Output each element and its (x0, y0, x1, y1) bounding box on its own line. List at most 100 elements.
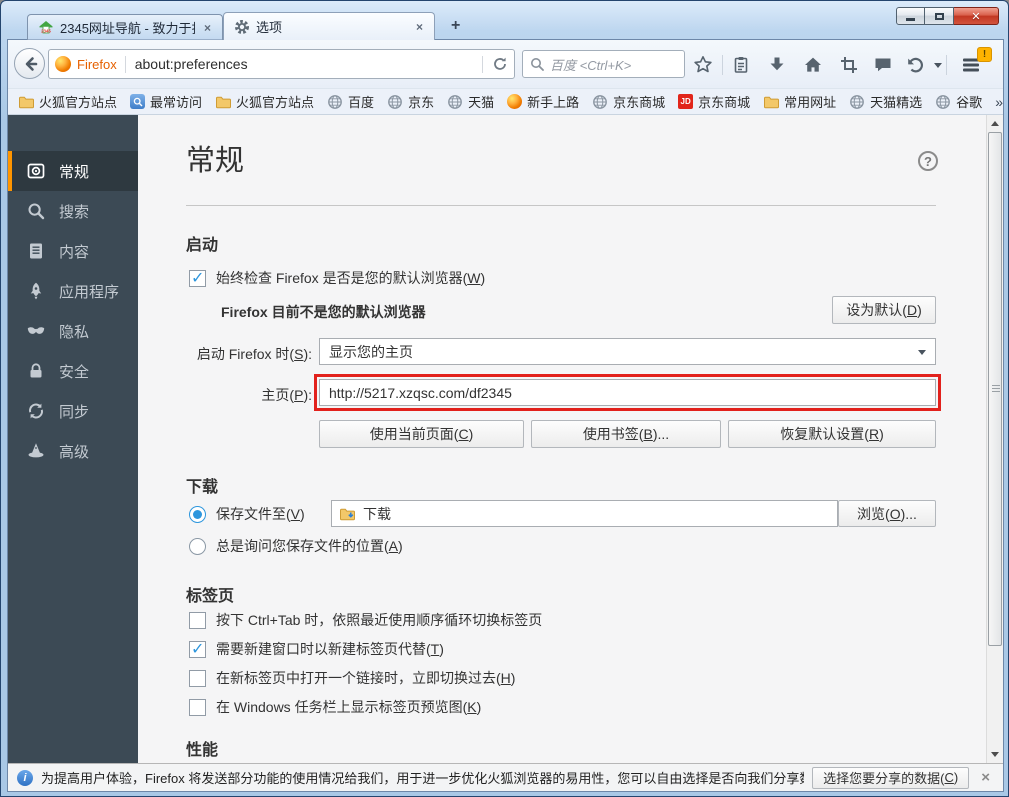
toolbar-separator (946, 55, 947, 75)
set-default-button[interactable]: 设为默认(D) (832, 296, 936, 324)
url-bar[interactable]: Firefox about:preferences (48, 49, 515, 79)
tab-title: 选项 (256, 17, 407, 36)
scroll-down-button[interactable] (987, 746, 1003, 763)
identity-label: Firefox (77, 57, 117, 72)
bookmark-item[interactable]: 京东商城 (592, 92, 665, 111)
tab-options[interactable]: 选项 × (223, 12, 435, 40)
ctrl-tab-row: 按下 Ctrl+Tab 时，依照最近使用顺序循环切换标签页 (186, 608, 542, 632)
scrollbar-thumb[interactable] (988, 132, 1002, 646)
bookmark-item[interactable]: 天猫精选 (849, 92, 922, 111)
menu-button[interactable]: ! (952, 52, 990, 78)
always-check-checkbox[interactable] (189, 270, 206, 287)
maximize-button[interactable] (925, 7, 954, 25)
save-to-radio[interactable] (189, 506, 206, 523)
notification-close-button[interactable]: × (977, 769, 994, 786)
ctrl-tab-checkbox[interactable] (189, 612, 206, 629)
switch-immediately-checkbox[interactable] (189, 670, 206, 687)
triangle-down-icon (991, 752, 999, 757)
folder-icon (763, 94, 779, 110)
bookmark-item[interactable]: 火狐官方站点 (215, 92, 314, 111)
startup-when-label: 启动 Firefox 时(S): (186, 344, 312, 364)
new-window-as-tab-checkbox[interactable] (189, 641, 206, 658)
restore-default-button[interactable]: 恢复默认设置(R) (728, 420, 936, 448)
chevron-down-icon (918, 350, 926, 355)
sidebar-item-applications[interactable]: 应用程序 (8, 271, 138, 311)
scroll-up-button[interactable] (987, 115, 1003, 132)
download-arrow-icon (767, 55, 787, 75)
feedback-chat-button[interactable] (872, 54, 894, 76)
undo-button[interactable] (904, 54, 926, 76)
browse-button[interactable]: 浏览(O)... (838, 500, 936, 527)
bookmark-item[interactable]: 谷歌 (935, 92, 982, 111)
sidebar-item-content[interactable]: 内容 (8, 231, 138, 271)
startup-when-select[interactable]: 显示您的主页 (319, 338, 936, 365)
download-folder-value: 下载 (363, 504, 391, 524)
bookmarks-overflow-button[interactable]: » (995, 94, 1003, 110)
choose-shared-data-button[interactable]: 选择您要分享的数据(C) (812, 767, 969, 789)
search-icon (530, 57, 544, 71)
use-bookmark-button[interactable]: 使用书签(B)... (531, 420, 721, 448)
svg-text:2345: 2345 (41, 28, 51, 33)
sidebar-label: 常规 (59, 161, 89, 182)
bookmark-item[interactable]: 新手上路 (507, 92, 579, 111)
url-text[interactable]: about:preferences (135, 56, 482, 72)
bookmark-star-button[interactable] (692, 54, 714, 76)
bookmark-item[interactable]: 最常访问 (130, 92, 202, 111)
wizard-hat-icon (26, 441, 46, 461)
menu-alert-badge: ! (977, 47, 992, 62)
screenshot-crop-button[interactable] (838, 54, 860, 76)
search-icon (26, 201, 46, 221)
vertical-scrollbar[interactable] (986, 115, 1003, 763)
bookmarks-menu-button[interactable] (730, 54, 752, 76)
bookmark-item[interactable]: JD 京东商城 (678, 92, 750, 111)
notification-text: 为提高用户体验，Firefox 将发送部分功能的使用情况给我们，用于进一步优化火… (41, 768, 804, 787)
minimize-icon (906, 18, 915, 21)
bookmark-label: 谷歌 (956, 92, 982, 111)
always-ask-radio[interactable] (189, 538, 206, 555)
info-icon: i (17, 770, 33, 786)
save-to-row: 保存文件至(V) (186, 502, 305, 526)
reload-icon[interactable] (492, 56, 508, 72)
always-check-row: 始终检查 Firefox 是否是您的默认浏览器(W) (186, 266, 485, 290)
bookmark-label: 百度 (348, 92, 374, 111)
sidebar-item-sync[interactable]: 同步 (8, 391, 138, 431)
taskbar-preview-checkbox[interactable] (189, 699, 206, 716)
tab-title: 2345网址导航 - 致力于打造 (60, 18, 195, 37)
help-button[interactable]: ? (918, 151, 938, 171)
bookmark-item[interactable]: 天猫 (447, 92, 494, 111)
sidebar-item-search[interactable]: 搜索 (8, 191, 138, 231)
download-folder-field[interactable]: 下载 (331, 500, 838, 527)
downloads-section-header: 下载 (186, 473, 218, 497)
downloads-button[interactable] (766, 54, 788, 76)
minimize-button[interactable] (896, 7, 925, 25)
close-window-button[interactable]: ✕ (954, 7, 999, 25)
tab-close-button[interactable]: × (201, 21, 214, 35)
firefox-window: ✕ 2345 2345网址导航 - 致力于打造 × 选项 × + (0, 0, 1009, 797)
sidebar-item-security[interactable]: 安全 (8, 351, 138, 391)
tab-2345[interactable]: 2345 2345网址导航 - 致力于打造 × (27, 14, 223, 40)
homepage-input[interactable]: http://5217.xzqsc.com/df2345 (319, 379, 936, 406)
browser-chrome: Firefox about:preferences 百度 <Ctrl+K> (8, 40, 1003, 791)
home-button[interactable] (802, 54, 824, 76)
switch-immediately-row: 在新标签页中打开一个链接时，立即切换过去(H) (186, 666, 515, 690)
clipboard-icon (731, 55, 751, 75)
bookmark-item[interactable]: 火狐官方站点 (18, 92, 117, 111)
bookmark-label: 京东商城 (698, 92, 750, 111)
bookmark-item[interactable]: 百度 (327, 92, 374, 111)
new-tab-button[interactable]: + (444, 17, 467, 37)
use-current-page-button[interactable]: 使用当前页面(C) (319, 420, 524, 448)
bookmark-item[interactable]: 京东 (387, 92, 434, 111)
back-button[interactable] (14, 48, 45, 79)
undo-dropdown-button[interactable] (932, 54, 944, 76)
tab-close-button[interactable]: × (413, 20, 426, 34)
document-icon (26, 241, 46, 261)
bookmarks-toolbar: 火狐官方站点 最常访问 火狐官方站点 百度 京东 (8, 89, 1003, 115)
urlbar-divider (482, 56, 483, 73)
most-visited-icon (130, 94, 145, 109)
triangle-up-icon (991, 121, 999, 126)
sidebar-item-privacy[interactable]: 隐私 (8, 311, 138, 351)
sidebar-item-general[interactable]: 常规 (8, 151, 138, 191)
search-box[interactable]: 百度 <Ctrl+K> (522, 50, 685, 78)
sidebar-item-advanced[interactable]: 高级 (8, 431, 138, 471)
bookmark-item[interactable]: 常用网址 (763, 92, 836, 111)
